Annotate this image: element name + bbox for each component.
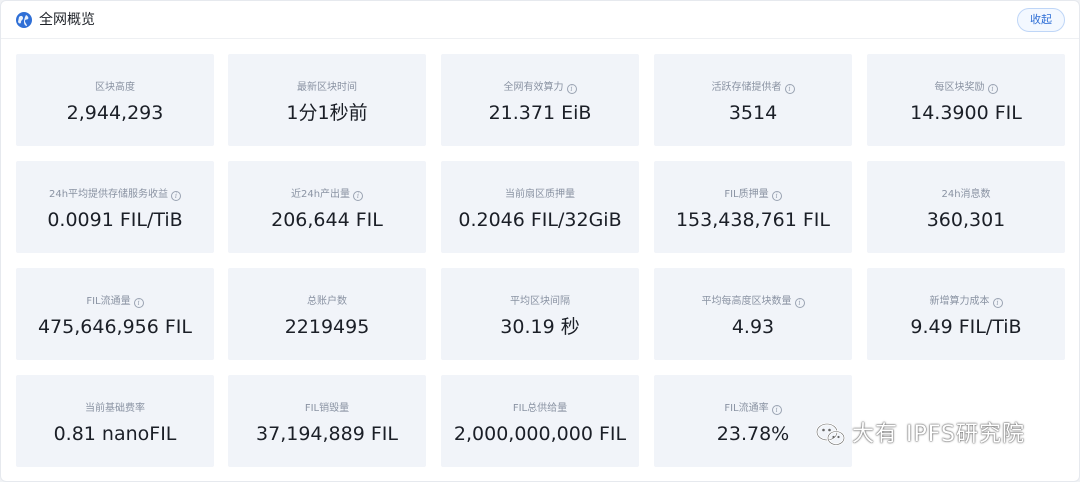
stat-value: 153,438,761 FIL <box>675 209 831 231</box>
stat-label: 当前扇区质押量 <box>441 188 639 202</box>
stat-label: 平均区块间隔 <box>441 295 639 309</box>
stat-value: 2,000,000,000 FIL <box>453 423 627 445</box>
stat-label-text: FIL销毁量 <box>304 403 350 414</box>
stat-value: 206,644 FIL <box>271 209 383 231</box>
stat-value: 30.19 秒 <box>500 316 580 338</box>
stat-card: 平均区块间隔 30.19 秒 <box>441 268 639 360</box>
stat-label: 区块高度 <box>16 81 214 95</box>
stat-label-text: 平均每高度区块数量 <box>701 296 792 307</box>
stat-label: FIL质押量 i <box>654 188 852 202</box>
stat-card: 活跃存储提供者 i 3514 <box>654 54 852 146</box>
stat-label-text: FIL总供给量 <box>512 403 568 414</box>
stat-label-text: 区块高度 <box>95 82 135 93</box>
info-icon[interactable]: i <box>992 298 1003 308</box>
stat-label-text: 近24h产出量 <box>290 189 351 200</box>
stat-label: 最新区块时间 <box>228 81 426 95</box>
stat-label-text: 全网有效算力 <box>503 82 564 93</box>
stat-label-text: 当前扇区质押量 <box>505 189 575 200</box>
watermark-text: 大有 IPFS研究院 <box>852 422 1025 447</box>
info-icon[interactable]: i <box>133 298 144 308</box>
stat-label: 全网有效算力 i <box>441 81 639 95</box>
stat-value: 14.3900 FIL <box>910 102 1022 124</box>
stat-label: 当前基础费率 <box>16 402 214 416</box>
stat-label: 总账户数 <box>228 295 426 309</box>
stat-card: 新增算力成本 i 9.49 FIL/TiB <box>867 268 1065 360</box>
stat-label-text: 平均区块间隔 <box>510 296 570 307</box>
globe-icon <box>16 12 32 28</box>
stat-label: 新增算力成本 i <box>867 295 1065 309</box>
info-icon[interactable]: i <box>771 191 782 201</box>
stat-value: 21.371 EiB <box>488 102 592 124</box>
stat-label: FIL销毁量 <box>228 402 426 416</box>
page-title: 全网概览 <box>39 12 95 28</box>
stat-label-text: FIL流通率 <box>724 403 769 414</box>
stat-label: 近24h产出量 i <box>228 188 426 202</box>
stat-label: 24h消息数 <box>867 188 1065 202</box>
stat-label-text: 24h平均提供存储服务收益 <box>48 189 169 200</box>
info-icon[interactable]: i <box>771 405 782 415</box>
overview-panel: 全网概览 收起 区块高度 2,944,293 最新区块时间 1分1秒前 全网有效算力 i 2… <box>0 0 1080 482</box>
stat-card: 24h消息数 360,301 <box>867 161 1065 253</box>
stat-value: 1分1秒前 <box>286 102 368 124</box>
stat-card: FIL质押量 i 153,438,761 FIL <box>654 161 852 253</box>
stat-label-text: 新增算力成本 <box>929 296 990 307</box>
wechat-icon <box>816 422 846 446</box>
stat-card: 当前扇区质押量 0.2046 FIL/32GiB <box>441 161 639 253</box>
stat-value: 475,646,956 FIL <box>37 316 193 338</box>
info-icon[interactable]: i <box>794 298 805 308</box>
panel-header: 全网概览 收起 <box>1 1 1079 39</box>
stat-card: FIL流通量 i 475,646,956 FIL <box>16 268 214 360</box>
stat-label-text: 活跃存储提供者 <box>711 82 782 93</box>
stat-card: 区块高度 2,944,293 <box>16 54 214 146</box>
stat-card: 最新区块时间 1分1秒前 <box>228 54 426 146</box>
stat-value: 0.2046 FIL/32GiB <box>458 209 622 231</box>
stat-value: 2,944,293 <box>66 102 164 124</box>
stat-label-text: 当前基础费率 <box>85 403 145 414</box>
collapse-button[interactable]: 收起 <box>1017 8 1065 32</box>
info-icon[interactable]: i <box>171 191 182 201</box>
stat-card: 总账户数 2219495 <box>228 268 426 360</box>
stat-card: FIL销毁量 37,194,889 FIL <box>228 375 426 467</box>
stat-label: 活跃存储提供者 i <box>654 81 852 95</box>
stat-value: 37,194,889 FIL <box>256 423 398 445</box>
stat-label: 24h平均提供存储服务收益 i <box>16 188 214 202</box>
stat-value: 0.0091 FIL/TiB <box>47 209 183 231</box>
stat-card: 24h平均提供存储服务收益 i 0.0091 FIL/TiB <box>16 161 214 253</box>
stat-label: FIL流通率 i <box>654 402 852 416</box>
stat-label-text: 总账户数 <box>307 296 347 307</box>
stat-label: FIL总供给量 <box>441 402 639 416</box>
stat-label-text: FIL流通量 <box>86 296 131 307</box>
info-icon[interactable]: i <box>566 84 577 94</box>
stat-label-text: 每区块奖励 <box>934 82 985 93</box>
stat-label-text: 24h消息数 <box>941 189 991 200</box>
stat-label: 平均每高度区块数量 i <box>654 295 852 309</box>
stat-label: FIL流通量 i <box>16 295 214 309</box>
stat-card: FIL总供给量 2,000,000,000 FIL <box>441 375 639 467</box>
info-icon[interactable]: i <box>987 84 998 94</box>
stat-card: 全网有效算力 i 21.371 EiB <box>441 54 639 146</box>
stat-value: 360,301 <box>926 209 1006 231</box>
stat-card: 每区块奖励 i 14.3900 FIL <box>867 54 1065 146</box>
stat-value: 0.81 nanoFIL <box>53 423 177 445</box>
stat-value: 4.93 <box>731 316 775 338</box>
stat-card: 平均每高度区块数量 i 4.93 <box>654 268 852 360</box>
stat-card: 近24h产出量 i 206,644 FIL <box>228 161 426 253</box>
stat-card: 当前基础费率 0.81 nanoFIL <box>16 375 214 467</box>
stat-value: 2219495 <box>284 316 370 338</box>
stat-label-text: 最新区块时间 <box>297 82 357 93</box>
stat-label: 每区块奖励 i <box>867 81 1065 95</box>
stat-value: 3514 <box>728 102 778 124</box>
watermark: 大有 IPFS研究院 <box>816 419 1025 451</box>
stat-label-text: FIL质押量 <box>724 189 769 200</box>
stat-value: 9.49 FIL/TiB <box>910 316 1022 338</box>
info-icon[interactable]: i <box>784 84 795 94</box>
info-icon[interactable]: i <box>353 191 364 201</box>
